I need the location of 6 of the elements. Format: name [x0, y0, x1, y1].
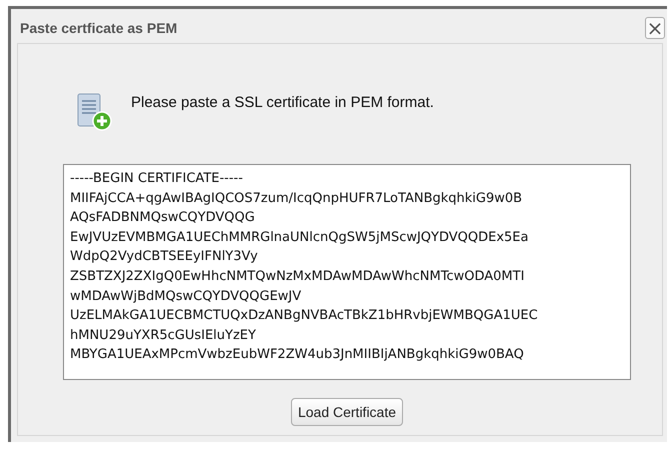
document-add-icon [75, 93, 113, 131]
dialog-title: Paste certficate as PEM [19, 20, 178, 36]
load-certificate-button[interactable]: Load Certificate [290, 398, 404, 426]
certificate-text-area[interactable]: -----BEGIN CERTIFICATE----- MIIFAjCCA+qgAwIBAgIQCOS7zum/IcqQnpHUFR7LoTANBgkqhkiG9w0B AQsFADBNMQswCQYDVQQG EwJVUzEVMBMGA1UEChMMRGlnaUNlcnQgSW5jMScwJQYDVQQDEx5Ea WdpQ2VydCBTSEEyIFNlY3Vy ZSBTZXJ2ZXIgQ0EwHhcNMTQwNzMxMDAwMDAwWhcNMTcwODA0MTI wMDAwWjBdMQswCQYDVQQGEwJV UzELMAkGA1UECBMCTUQxDzANBgNVBAcTBkZ1bHRvbjEWMBQGA1UEC hMNU29uYXR5cGUsIEluYzEY MBYGA1UEAxMPcmVwbzEubWF2ZW4ub3JnMIIBIjANBgkqhkiG9w0BAQ [63, 164, 631, 380]
instruction-text: Please paste a SSL certificate in PEM format. [131, 94, 434, 110]
close-button[interactable]: × [645, 17, 665, 39]
